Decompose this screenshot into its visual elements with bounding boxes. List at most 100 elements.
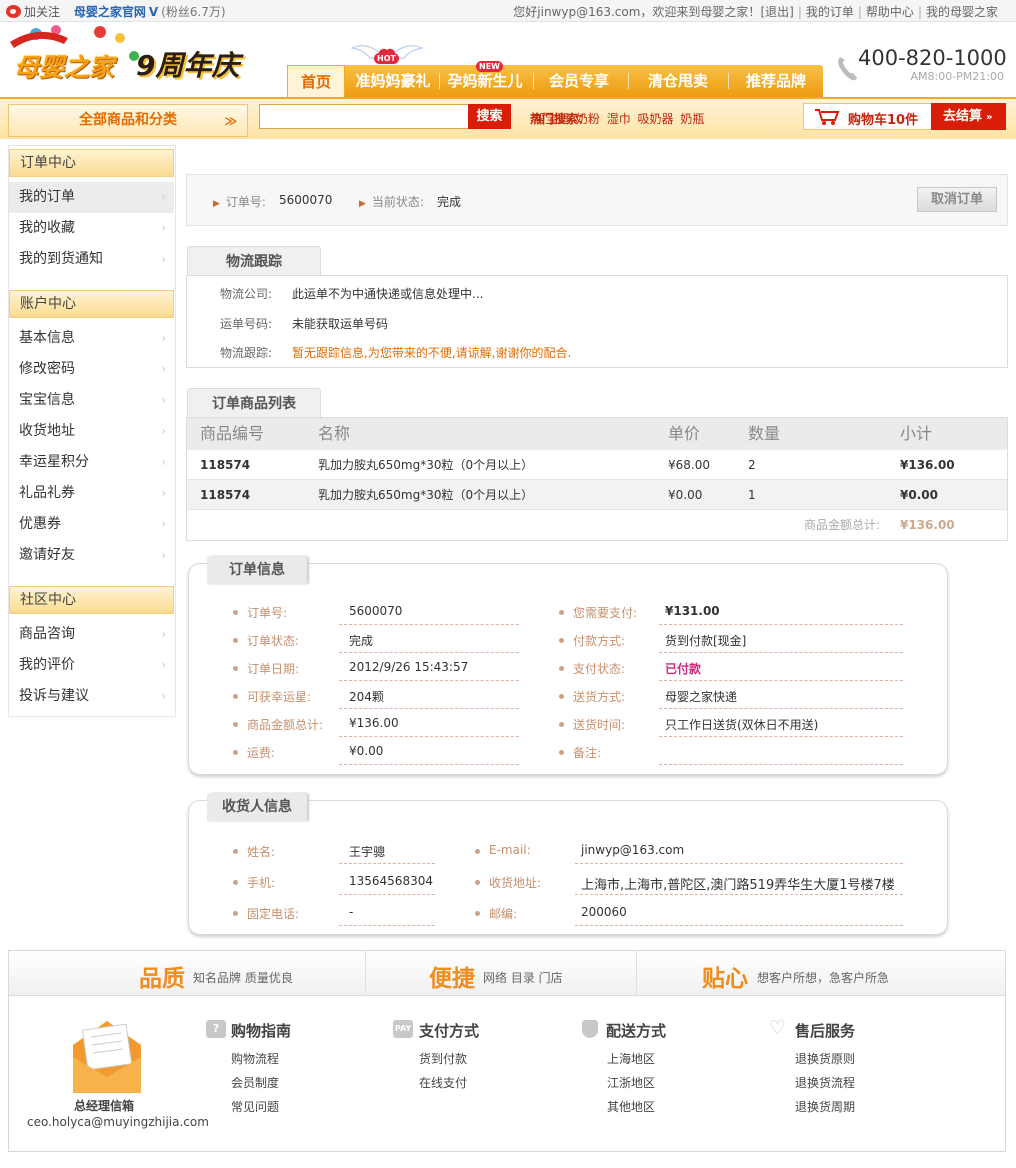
search-input[interactable]: [259, 104, 469, 129]
chevron-right-icon: ›: [161, 627, 166, 641]
logout-link[interactable]: [退出]: [760, 5, 793, 19]
hot-keyword[interactable]: 湿巾: [607, 112, 631, 126]
sidebar-item-label: 我的收藏: [19, 220, 75, 236]
help-center-link[interactable]: 帮助中心: [866, 5, 914, 19]
logo-text: 母婴之家: [14, 53, 115, 82]
main-nav: 首页 准妈妈豪礼 孕妈新生儿 会员专享 清仓甩卖 推荐品牌: [287, 65, 823, 97]
hot-keyword[interactable]: 奶瓶: [680, 112, 704, 126]
nav-home[interactable]: 首页: [287, 65, 345, 97]
nav-member[interactable]: 会员专享: [535, 65, 623, 97]
sidebar-item-change-password[interactable]: 修改密码 ›: [9, 354, 174, 385]
bullet-dot: [559, 722, 564, 727]
sidebar-item-address[interactable]: 收货地址 ›: [9, 416, 174, 447]
sidebar-item-lucky-stars[interactable]: 幸运星积分 ›: [9, 447, 174, 478]
col-header: 商品编号: [200, 424, 265, 443]
feature-desc: 网络 目录 门店: [483, 971, 563, 985]
product-name-link[interactable]: 乳加力胺丸650mg*30粒（0个月以上）: [318, 480, 533, 510]
hot-search-label: 热门搜索：: [530, 112, 591, 126]
row-divider: [575, 894, 903, 895]
carrier-label: 物流公司:: [220, 287, 273, 301]
sidebar-item-favorites[interactable]: 我的收藏 ›: [9, 213, 174, 244]
my-home-link[interactable]: 我的母婴之家: [926, 5, 998, 19]
sidebar-item-label: 幸运星积分: [19, 454, 89, 470]
waybill-value: 未能获取运单号码: [292, 317, 389, 331]
sidebar-item-invite[interactable]: 邀请好友 ›: [9, 540, 174, 571]
site-logo[interactable]: 母婴之家 9周年庆: [8, 22, 278, 94]
sidebar-item-label: 我的评价: [19, 657, 75, 673]
footer-link[interactable]: 上海地区: [607, 1050, 655, 1067]
footer-link[interactable]: 退换货流程: [795, 1074, 855, 1091]
col-header: 小计: [900, 424, 933, 443]
bullet-dot: [233, 849, 238, 854]
delivery-method-value: 母婴之家快递: [665, 690, 738, 704]
mailbox-title: 总经理信箱: [74, 1099, 135, 1113]
footer-link[interactable]: 会员制度: [231, 1074, 279, 1091]
logistics-box: 物流公司: 此运单不为中通快递或信息处理中... 运单号码: 未能获取运单号码 …: [186, 275, 1008, 368]
unit-price: ¥68.00: [668, 458, 710, 472]
hot-keyword[interactable]: 吸奶器: [638, 112, 674, 126]
row-divider: [339, 894, 435, 895]
nav-expectant-gifts[interactable]: 准妈妈豪礼: [349, 65, 437, 97]
sidebar-item-gift-cards[interactable]: 礼品礼券 ›: [9, 478, 174, 509]
footer-link[interactable]: 货到付款: [419, 1050, 467, 1067]
footer-link[interactable]: 退换货周期: [795, 1098, 855, 1115]
sidebar-item-baby-info[interactable]: 宝宝信息 ›: [9, 385, 174, 416]
footer-col-title: 购物指南: [231, 1022, 292, 1040]
search-button[interactable]: 搜索: [468, 104, 511, 129]
phone-number: 400-820-1000: [858, 46, 1007, 70]
ceo-mailbox[interactable]: 总经理信箱 ceo.holyca@muyingzhijia.com: [19, 1013, 209, 1151]
cart-button[interactable]: 购物车10件: [803, 103, 933, 130]
nav-clearance[interactable]: 清仓甩卖: [630, 65, 726, 97]
sidebar-item-arrival-notice[interactable]: 我的到货通知 ›: [9, 244, 174, 275]
footer-link[interactable]: 江浙地区: [607, 1074, 655, 1091]
footer-link[interactable]: 退换货原则: [795, 1050, 855, 1067]
product-name-link[interactable]: 乳加力胺丸650mg*30粒（0个月以上）: [318, 450, 533, 480]
tracking-label: 物流跟踪:: [220, 346, 273, 360]
chevron-right-icon: ›: [161, 331, 166, 345]
checkout-button[interactable]: 去结算»: [931, 103, 1006, 130]
bullet-dot: [475, 880, 480, 885]
quantity: 1: [748, 488, 756, 502]
cart-icon: [815, 109, 840, 125]
follow-link[interactable]: 加关注: [24, 5, 60, 19]
hot-badge: HOT: [374, 53, 399, 64]
footer-col-title: 支付方式: [419, 1022, 480, 1040]
sidebar-item-reviews[interactable]: 我的评价 ›: [9, 650, 174, 681]
row-divider: [659, 652, 903, 653]
my-orders-link[interactable]: 我的订单: [806, 5, 854, 19]
sidebar-head-account: 账户中心: [9, 290, 174, 318]
delivery-time-value: 只工作日送货(双休日不用送): [665, 718, 819, 732]
info-label: 姓名:: [247, 845, 276, 859]
info-label: 可获幸运星:: [247, 690, 312, 704]
footer-link[interactable]: 常见问题: [231, 1098, 279, 1115]
footer-link[interactable]: 购物流程: [231, 1050, 279, 1067]
nav-brands[interactable]: 推荐品牌: [730, 65, 822, 97]
bullet-dot: [233, 694, 238, 699]
all-categories-label: 全部商品和分类: [79, 112, 177, 128]
sidebar-item-label: 优惠券: [19, 516, 61, 532]
greeting-text: 您好jinwyp@163.com，欢迎来到母婴之家！: [513, 5, 761, 19]
sidebar-item-complaints[interactable]: 投诉与建议 ›: [9, 681, 174, 712]
row-divider: [659, 624, 903, 625]
sidebar-head-order: 订单中心: [9, 149, 174, 177]
official-weibo-link[interactable]: 母婴之家官网: [74, 5, 146, 19]
sidebar-item-coupons[interactable]: 优惠券 ›: [9, 509, 174, 540]
new-badge: NEW: [476, 61, 503, 72]
lucky-stars-value: 204颗: [349, 690, 384, 704]
sidebar-item-consult[interactable]: 商品咨询 ›: [9, 619, 174, 650]
question-icon: ?: [206, 1020, 226, 1038]
cancel-order-button[interactable]: 取消订单: [917, 187, 997, 212]
bullet-dot: [559, 750, 564, 755]
payment-icon: PAY: [393, 1020, 413, 1038]
footer-col-title: 售后服务: [795, 1022, 856, 1040]
row-divider: [339, 863, 435, 864]
sidebar-item-my-orders[interactable]: 我的订单 ›: [9, 182, 174, 213]
footer-link[interactable]: 其他地区: [607, 1098, 655, 1115]
bullet-dot: [233, 880, 238, 885]
triangle-right-icon: ▶: [213, 199, 220, 209]
footer-link[interactable]: 在线支付: [419, 1074, 467, 1091]
phone-icon: [838, 57, 857, 81]
sidebar-item-basic-info[interactable]: 基本信息 ›: [9, 323, 174, 354]
all-categories-button[interactable]: 全部商品和分类 ≫: [8, 104, 248, 137]
chevron-right-icon: ›: [161, 221, 166, 235]
